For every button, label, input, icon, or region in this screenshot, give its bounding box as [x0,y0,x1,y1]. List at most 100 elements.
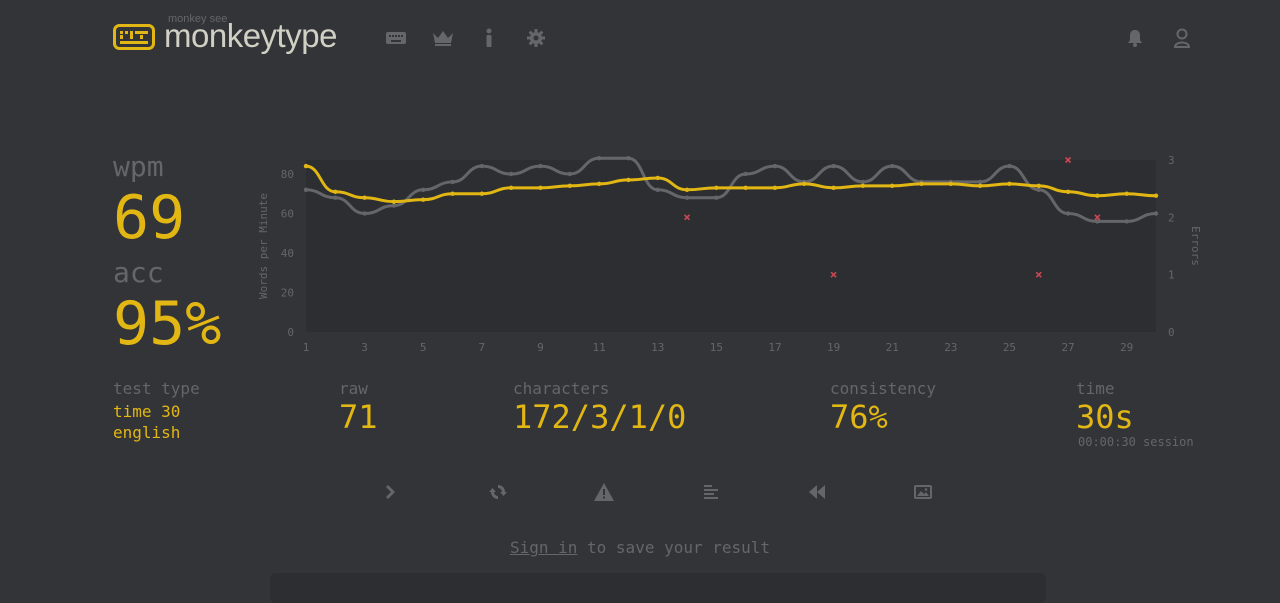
x-tick-label: 13 [651,341,664,354]
wpm-point [684,187,690,192]
wpm-point [567,183,572,189]
bell-icon[interactable] [1124,27,1146,49]
x-tick-label: 23 [944,341,957,354]
raw-point [421,187,426,192]
signin-prompt: Sign in to save your result [0,538,1280,557]
raw-point [508,171,514,177]
y-tick-label: 60 [281,208,294,221]
y2-tick-label: 3 [1168,154,1175,167]
wpm-point [303,163,309,169]
signin-link[interactable]: Sign in [510,538,577,557]
raw-point [714,195,719,200]
wpm-point [479,191,485,196]
wpm-point [1153,193,1159,198]
wpm-chart[interactable]: 0 20 40 60 80 0 1 2 3 1 3 5 7 9 11 13 15 17 19 21 23 25 27 29 Wo… [250,150,1210,365]
raw-point [831,163,836,169]
raw-point [860,179,866,185]
wpm-point [1036,183,1041,189]
raw-point [684,195,690,200]
wpm-point [743,185,748,191]
raw-point [1007,163,1012,169]
x-tick-label: 25 [1003,341,1016,354]
x-tick-label: 19 [827,341,840,354]
wpm-value[interactable]: 69 [113,183,185,253]
crown-icon[interactable] [432,27,454,49]
signin-rest: to save your result [577,538,771,557]
characters-value[interactable]: 172/3/1/0 [513,398,686,436]
consistency-label: consistency [830,379,936,398]
x-tick-label: 15 [710,341,723,354]
bottom-panel [270,573,1046,603]
raw-point [596,156,602,161]
x-tick-label: 21 [886,341,899,354]
wpm-point [802,181,807,187]
user-icon[interactable] [1171,27,1193,49]
test-type-mode[interactable]: time 30 [113,402,180,421]
wpm-point [890,183,895,189]
brand-name[interactable]: monkeytype [164,16,337,56]
wpm-point [1065,189,1071,194]
wpm-point [333,189,338,194]
keyboard-icon[interactable] [385,27,407,49]
x-tick-label: 1 [303,341,310,354]
raw-point [1153,211,1159,216]
raw-point [890,163,895,169]
y2-tick-label: 2 [1168,211,1175,224]
x-tick-label: 11 [592,341,605,354]
report-icon[interactable] [589,477,619,507]
raw-point [655,187,660,192]
wpm-point [831,185,836,191]
y-tick-label: 40 [281,247,294,260]
raw-point [479,163,485,169]
x-tick-label: 3 [361,341,368,354]
raw-point [333,195,338,200]
wpm-point [977,183,983,189]
y-axis-label: Words per Minute [257,193,270,299]
wpm-point [860,183,866,189]
raw-value[interactable]: 71 [339,398,378,436]
y2-tick-label: 1 [1168,269,1175,282]
replay-icon[interactable] [802,477,832,507]
raw-point [1124,219,1129,224]
raw-point [362,211,367,216]
characters-label: characters [513,379,610,398]
raw-point [1036,187,1041,192]
wpm-point [596,181,602,187]
screenshot-icon[interactable] [908,477,938,507]
raw-point [772,163,778,169]
y2-tick-label: 0 [1168,326,1175,339]
info-icon[interactable] [478,27,500,49]
raw-point [567,171,572,177]
wpm-point [450,191,455,196]
raw-point [450,179,455,185]
wpm-point [362,195,367,200]
wpm-point [948,181,954,187]
monkeytype-logo-icon[interactable] [113,24,155,50]
words-history-icon[interactable] [696,477,726,507]
x-tick-label: 7 [479,341,486,354]
wpm-point [714,185,719,191]
raw-point [391,203,397,208]
y-tick-label: 80 [281,168,294,181]
wpm-point [508,185,514,191]
raw-point [303,187,309,192]
next-test-icon[interactable] [376,477,406,507]
raw-label: raw [339,379,368,398]
wpm-point [421,197,426,202]
test-type-language[interactable]: english [113,423,180,442]
x-tick-label: 5 [420,341,427,354]
time-label: time [1076,379,1115,398]
acc-value[interactable]: 95% [113,289,221,359]
y-tick-label: 20 [281,287,294,300]
x-tick-label: 9 [537,341,544,354]
test-type-label: test type [113,379,200,398]
time-value[interactable]: 30s [1076,398,1134,436]
y-tick-label: 0 [287,326,294,339]
raw-point [743,171,748,177]
raw-point [626,156,631,161]
restart-icon[interactable] [483,477,513,507]
wpm-label: wpm [113,150,164,183]
gear-icon[interactable] [525,27,547,49]
wpm-point [1124,191,1129,196]
consistency-value[interactable]: 76% [830,398,888,436]
